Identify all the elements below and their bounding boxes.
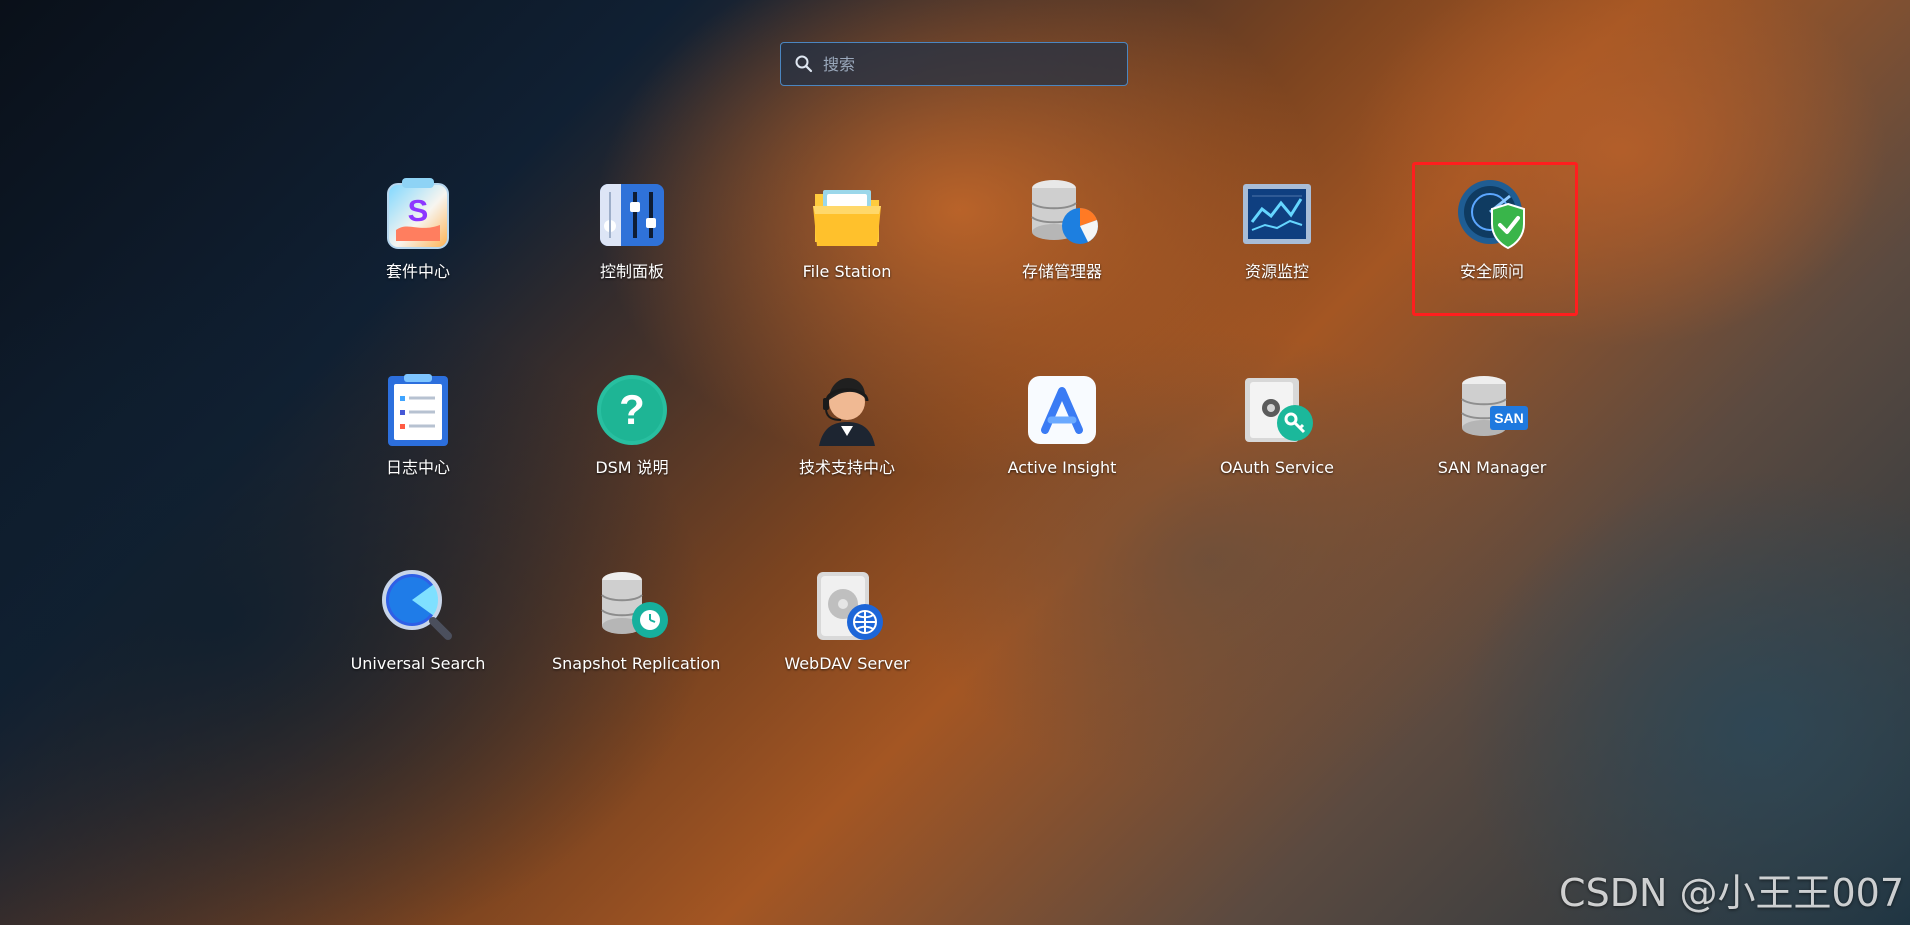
search-box[interactable]: [780, 42, 1128, 86]
active-insight-icon: [1028, 376, 1096, 444]
app-label: 套件中心: [385, 262, 450, 281]
app-oauth-service[interactable]: OAuth Service: [1197, 360, 1357, 520]
app-dsm-help[interactable]: ? DSM 说明: [552, 360, 712, 520]
app-control-panel[interactable]: 控制面板: [552, 164, 712, 324]
app-active-insight[interactable]: Active Insight: [982, 360, 1142, 520]
selection-outline: [1412, 162, 1578, 316]
search-input[interactable]: [823, 49, 1113, 79]
app-label: Active Insight: [1007, 458, 1117, 477]
desktop-background: [0, 0, 1910, 925]
package-center-icon: S: [387, 178, 449, 249]
folder-icon: [813, 190, 881, 246]
svg-text:S: S: [408, 193, 429, 228]
app-storage-manager[interactable]: 存储管理器: [982, 164, 1142, 324]
oauth-service-icon: [1245, 378, 1313, 442]
san-manager-icon: SAN: [1461, 376, 1528, 436]
app-label: Snapshot Replication: [552, 654, 721, 673]
question-mark-icon: ?: [597, 375, 667, 445]
snapshot-replication-icon: [601, 572, 668, 638]
app-webdav-server[interactable]: WebDAV Server: [767, 556, 927, 716]
log-center-icon: [388, 374, 448, 446]
watermark: CSDN @小王王007: [1559, 871, 1904, 915]
app-label: OAuth Service: [1219, 458, 1335, 477]
storage-manager-icon: [1031, 180, 1098, 244]
control-panel-icon: [600, 184, 664, 246]
app-support-center[interactable]: 技术支持中心: [767, 360, 927, 520]
app-label: DSM 说明: [595, 458, 669, 477]
app-label: 日志中心: [385, 458, 450, 477]
app-label: File Station: [802, 262, 892, 281]
app-label: WebDAV Server: [784, 654, 910, 673]
app-label: SAN Manager: [1437, 458, 1547, 477]
app-log-center[interactable]: 日志中心: [338, 360, 498, 520]
app-label: 资源监控: [1244, 262, 1309, 281]
app-label: Universal Search: [350, 654, 486, 673]
app-universal-search[interactable]: Universal Search: [338, 556, 498, 716]
support-agent-icon: [819, 378, 875, 446]
app-san-manager[interactable]: SAN SAN Manager: [1412, 360, 1572, 520]
svg-text:?: ?: [619, 386, 645, 433]
app-label: 控制面板: [599, 262, 664, 281]
resource-monitor-icon: [1243, 184, 1311, 244]
san-badge-text: SAN: [1494, 410, 1524, 426]
universal-search-icon: [382, 570, 452, 640]
webdav-server-icon: [817, 572, 883, 640]
app-resource-monitor[interactable]: 资源监控: [1197, 164, 1357, 324]
app-package-center[interactable]: S 套件中心: [338, 164, 498, 324]
app-label: 技术支持中心: [798, 458, 895, 477]
app-label: 存储管理器: [1021, 262, 1102, 281]
app-file-station[interactable]: File Station: [767, 164, 927, 324]
app-snapshot-replication[interactable]: Snapshot Replication: [552, 556, 721, 716]
search-icon: [793, 53, 815, 75]
